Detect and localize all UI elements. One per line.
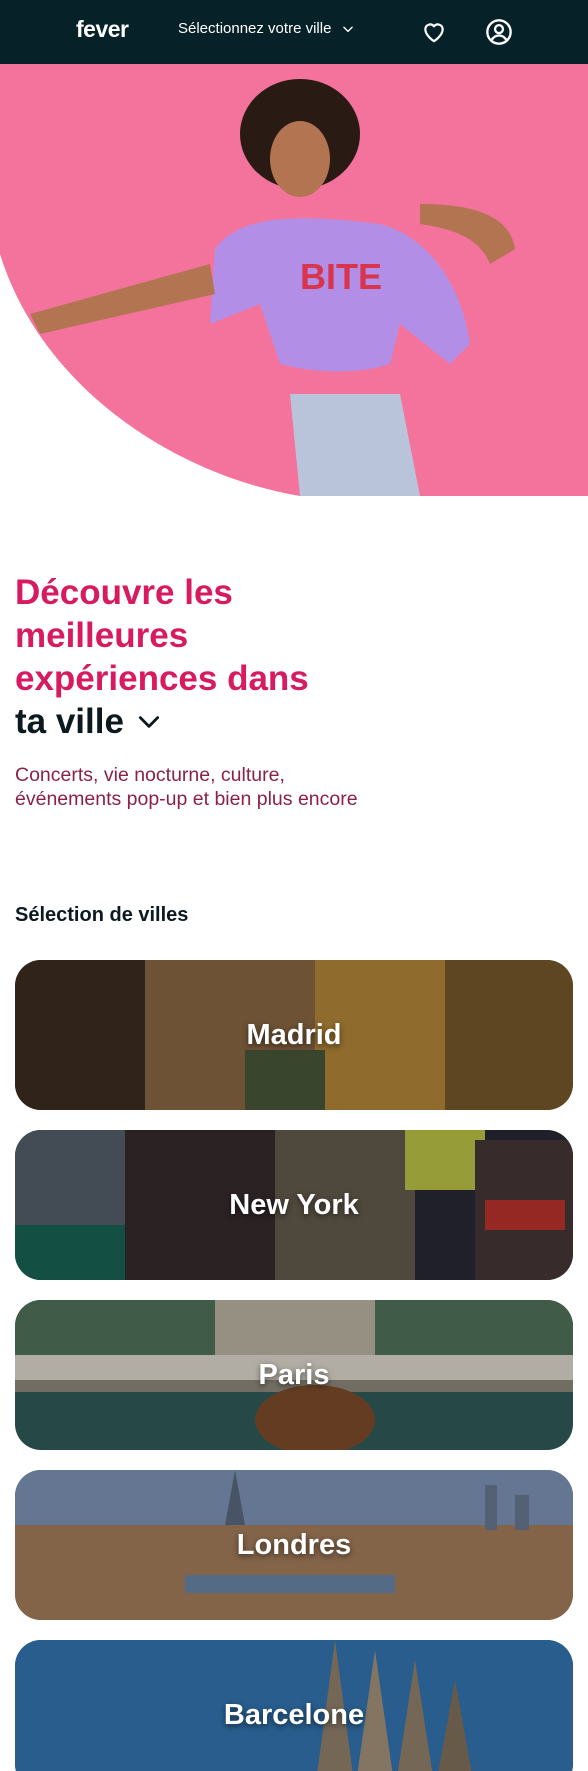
city-selector-label: Sélectionnez votre ville bbox=[178, 20, 332, 37]
page-subtitle: Concerts, vie nocturne, culture, événeme… bbox=[15, 764, 358, 810]
city-name: Barcelone bbox=[223, 1698, 365, 1731]
headline-city-dropdown[interactable]: ta ville bbox=[15, 700, 162, 743]
city-selector[interactable]: Sélectionnez votre ville bbox=[178, 20, 355, 37]
headline-line-1: Découvre les bbox=[15, 573, 233, 612]
headline-line-3: expériences dans bbox=[15, 659, 309, 698]
city-name: Paris bbox=[258, 1358, 330, 1391]
city-card-barcelone[interactable]: Barcelone bbox=[15, 1640, 573, 1771]
top-navigation-bar: fever Sélectionnez votre ville bbox=[0, 0, 588, 64]
chevron-down-icon bbox=[343, 26, 354, 32]
heart-icon[interactable] bbox=[420, 19, 448, 45]
city-name: Londres bbox=[236, 1528, 352, 1561]
city-card-londres[interactable]: Londres bbox=[15, 1470, 573, 1620]
fever-logo[interactable]: fever bbox=[76, 16, 129, 43]
city-name: New York bbox=[229, 1188, 359, 1221]
headline-line-2: meilleures bbox=[15, 616, 189, 655]
svg-text:BITE: BITE bbox=[300, 256, 382, 297]
city-card-madrid[interactable]: Madrid bbox=[15, 960, 573, 1110]
city-card-new-york[interactable]: New York bbox=[15, 1130, 573, 1280]
city-name: Madrid bbox=[246, 1018, 342, 1051]
hero-banner: BITE bbox=[0, 64, 588, 496]
city-card-paris[interactable]: Paris bbox=[15, 1300, 573, 1450]
hero-image: BITE bbox=[0, 64, 588, 496]
chevron-down-icon bbox=[138, 715, 160, 728]
cities-section-title: Sélection de villes bbox=[15, 904, 189, 926]
user-icon[interactable] bbox=[485, 18, 513, 46]
headline-line-4: ta ville bbox=[15, 702, 124, 741]
page-headline: Découvre les meilleures expériences dans… bbox=[15, 571, 375, 743]
